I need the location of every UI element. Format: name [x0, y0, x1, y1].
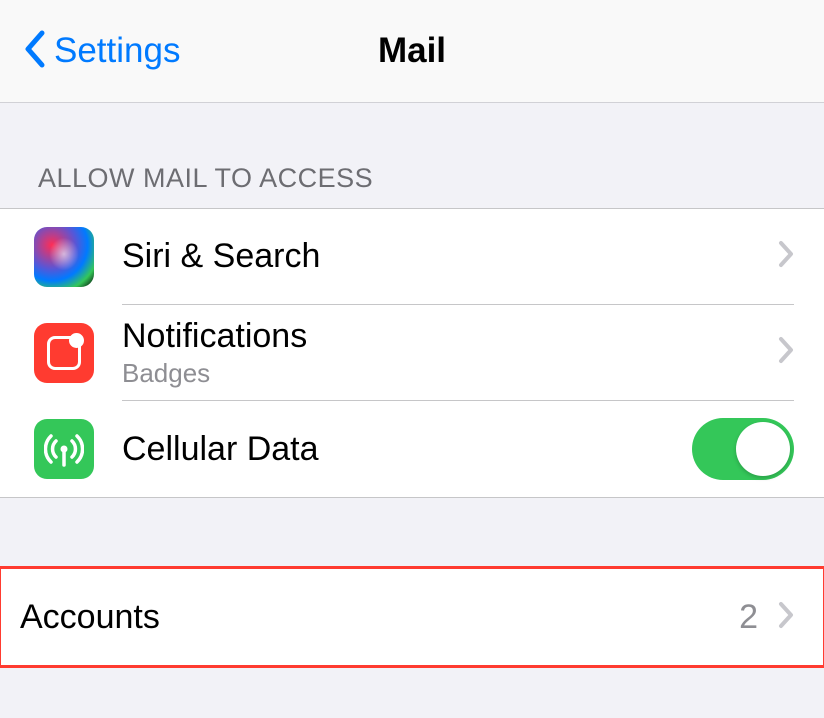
chevron-right-icon [778, 336, 794, 369]
row-label: Siri & Search [122, 237, 766, 276]
chevron-right-icon [778, 240, 794, 273]
access-list: Siri & Search Notifications Badges [0, 208, 824, 498]
row-accounts[interactable]: Accounts 2 [0, 569, 824, 665]
back-label: Settings [54, 31, 180, 71]
navbar: Settings Mail [0, 0, 824, 103]
cellular-icon [34, 419, 94, 479]
accounts-list: Accounts 2 [0, 568, 824, 666]
row-siri-search[interactable]: Siri & Search [0, 209, 824, 305]
back-button[interactable]: Settings [22, 29, 180, 74]
siri-icon [34, 227, 94, 287]
page-title: Mail [378, 31, 446, 71]
row-label: Cellular Data [122, 430, 692, 469]
row-label: Notifications [122, 317, 766, 356]
row-cellular-data: Cellular Data [0, 401, 824, 497]
row-notifications[interactable]: Notifications Badges [0, 305, 824, 401]
row-sublabel: Badges [122, 358, 766, 389]
section-header-access: Allow Mail to Access [0, 103, 824, 208]
row-label: Accounts [20, 598, 739, 637]
cellular-toggle[interactable] [692, 418, 794, 480]
chevron-right-icon [778, 601, 794, 634]
notifications-icon [34, 323, 94, 383]
chevron-left-icon [22, 29, 46, 74]
accounts-count: 2 [739, 598, 758, 637]
